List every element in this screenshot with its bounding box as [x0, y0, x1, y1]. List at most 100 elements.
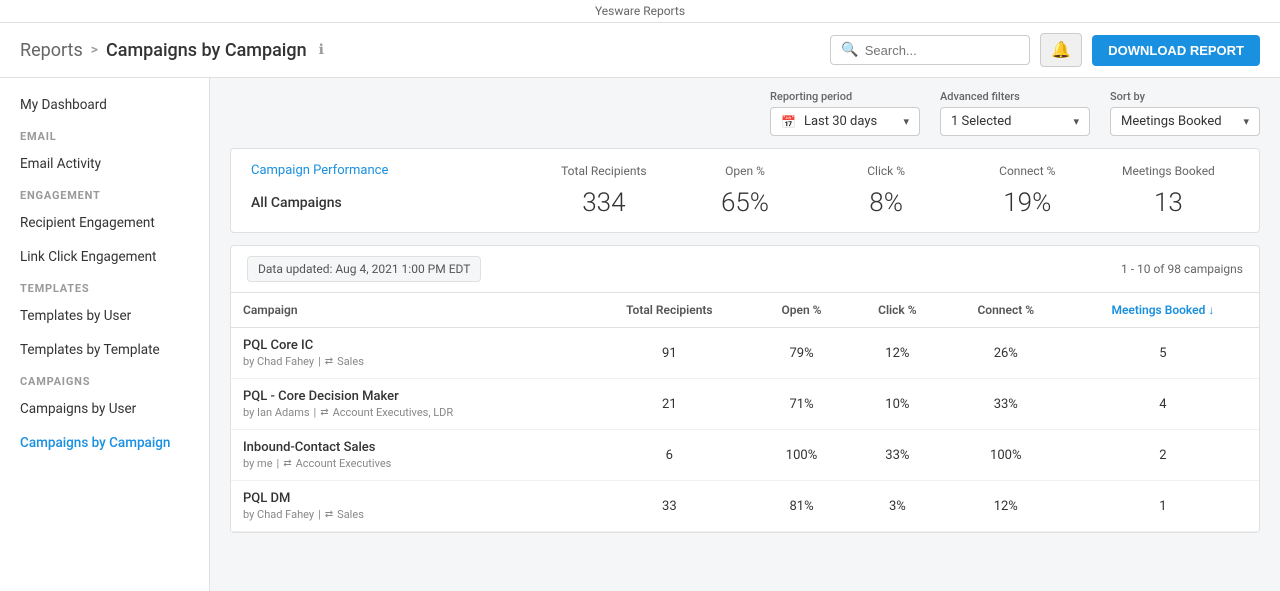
connect-pct-cell-1: 33%	[945, 379, 1067, 430]
share-icon-1: ⇄	[320, 407, 328, 418]
sort-by-label: Sort by	[1110, 90, 1260, 103]
sidebar-section-email: EMAIL	[0, 122, 209, 147]
total-recipients-cell-1: 21	[586, 379, 753, 430]
meetings-booked-cell-2: 2	[1067, 430, 1259, 481]
connect-pct-cell-3: 12%	[945, 481, 1067, 532]
campaign-by-1: by Ian Adams	[243, 406, 310, 419]
campaign-table: Campaign Total Recipients Open % Click %…	[231, 293, 1259, 532]
open-pct-col-header: Open %	[674, 164, 815, 178]
table-row: PQL Core IC by Chad Fahey | ⇄ Sales 91 7…	[231, 328, 1259, 379]
summary-values: All Campaigns 334 65% 8% 19% 13	[251, 188, 1239, 218]
share-icon-3: ⇄	[325, 509, 333, 520]
table-row: PQL DM by Chad Fahey | ⇄ Sales 33 81% 3%…	[231, 481, 1259, 532]
share-icon-0: ⇄	[325, 356, 333, 367]
campaign-by-2: by me	[243, 457, 273, 470]
table-row: PQL - Core Decision Maker by Ian Adams |…	[231, 379, 1259, 430]
meetings-booked-col-header: Meetings Booked	[1098, 164, 1239, 178]
open-pct-cell-0: 79%	[753, 328, 850, 379]
top-bar: Yesware Reports	[0, 0, 1280, 23]
meetings-booked-cell-3: 1	[1067, 481, 1259, 532]
campaign-meta-3: by Chad Fahey | ⇄ Sales	[243, 508, 574, 521]
click-pct-cell-2: 33%	[850, 430, 945, 481]
meetings-booked-cell-0: 5	[1067, 328, 1259, 379]
campaign-name-1: PQL - Core Decision Maker	[243, 389, 574, 404]
data-table-container: Data updated: Aug 4, 2021 1:00 PM EDT 1 …	[230, 245, 1260, 533]
search-box[interactable]: 🔍	[830, 35, 1030, 65]
reporting-period-value: Last 30 days	[804, 114, 877, 129]
search-input[interactable]	[865, 43, 1020, 58]
header: Reports > Campaigns by Campaign ℹ 🔍 🔔 DO…	[0, 23, 1280, 78]
total-recipients-cell-0: 91	[586, 328, 753, 379]
chevron-down-icon-sort: ▾	[1243, 115, 1249, 128]
advanced-filters-group: Advanced filters 1 Selected ▾	[940, 90, 1090, 136]
search-icon: 🔍	[841, 42, 858, 58]
campaign-name-3: PQL DM	[243, 491, 574, 506]
pipe-separator-2: |	[277, 457, 280, 470]
pipe-separator-3: |	[318, 508, 321, 521]
table-meta: Data updated: Aug 4, 2021 1:00 PM EDT 1 …	[231, 246, 1259, 293]
summary-connect-pct: 19%	[957, 188, 1098, 218]
click-pct-col-header: Click %	[816, 164, 957, 178]
col-header-click-pct: Click %	[850, 293, 945, 328]
sidebar-item-email-activity[interactable]: Email Activity	[0, 147, 209, 181]
click-pct-cell-0: 12%	[850, 328, 945, 379]
share-icon-2: ⇄	[283, 458, 291, 469]
reporting-period-select[interactable]: 📅 Last 30 days ▾	[770, 107, 920, 136]
col-header-meetings-booked[interactable]: Meetings Booked ↓	[1067, 293, 1259, 328]
sidebar-section-campaigns: CAMPAIGNS	[0, 367, 209, 392]
col-header-open-pct: Open %	[753, 293, 850, 328]
reporting-period-group: Reporting period 📅 Last 30 days ▾	[770, 90, 920, 136]
advanced-filters-select[interactable]: 1 Selected ▾	[940, 107, 1090, 136]
sidebar-item-recipient-engagement[interactable]: Recipient Engagement	[0, 206, 209, 240]
top-bar-title: Yesware Reports	[595, 4, 685, 18]
open-pct-cell-1: 71%	[753, 379, 850, 430]
sidebar-item-templates-by-user[interactable]: Templates by User	[0, 299, 209, 333]
breadcrumb: Reports > Campaigns by Campaign ℹ	[20, 40, 324, 61]
advanced-filters-label: Advanced filters	[940, 90, 1090, 103]
summary-header: Campaign Performance Total Recipients Op…	[251, 163, 1239, 178]
campaign-by-0: by Chad Fahey	[243, 355, 314, 368]
download-report-button[interactable]: DOWNLOAD REPORT	[1092, 35, 1260, 66]
sidebar-item-templates-by-template[interactable]: Templates by Template	[0, 333, 209, 367]
sort-by-group: Sort by Meetings Booked ▾	[1110, 90, 1260, 136]
summary-card: Campaign Performance Total Recipients Op…	[230, 148, 1260, 233]
meetings-booked-cell-1: 4	[1067, 379, 1259, 430]
sidebar-item-campaigns-by-user[interactable]: Campaigns by User	[0, 392, 209, 426]
click-pct-cell-1: 10%	[850, 379, 945, 430]
campaign-team-1: Account Executives, LDR	[333, 406, 454, 419]
summary-meetings-booked: 13	[1098, 188, 1239, 218]
sidebar-section-engagement: ENGAGEMENT	[0, 181, 209, 206]
campaign-meta-0: by Chad Fahey | ⇄ Sales	[243, 355, 574, 368]
pipe-separator-1: |	[314, 406, 317, 419]
sidebar-item-campaigns-by-campaign[interactable]: Campaigns by Campaign	[0, 426, 209, 460]
summary-total-recipients: 334	[533, 188, 674, 218]
sort-by-select[interactable]: Meetings Booked ▾	[1110, 107, 1260, 136]
advanced-filters-value: 1 Selected	[951, 114, 1011, 129]
summary-open-pct: 65%	[674, 188, 815, 218]
sidebar: My Dashboard EMAIL Email Activity ENGAGE…	[0, 78, 210, 591]
connect-pct-cell-2: 100%	[945, 430, 1067, 481]
campaign-name-0: PQL Core IC	[243, 338, 574, 353]
campaign-by-3: by Chad Fahey	[243, 508, 314, 521]
total-recipients-col-header: Total Recipients	[533, 164, 674, 178]
main-content: Reporting period 📅 Last 30 days ▾ Advanc…	[210, 78, 1280, 591]
bell-button[interactable]: 🔔	[1040, 33, 1082, 67]
col-header-connect-pct: Connect %	[945, 293, 1067, 328]
layout: My Dashboard EMAIL Email Activity ENGAGE…	[0, 78, 1280, 591]
campaign-team-3: Sales	[337, 508, 364, 521]
pipe-separator-0: |	[318, 355, 321, 368]
campaign-cell-3: PQL DM by Chad Fahey | ⇄ Sales	[231, 481, 586, 532]
data-updated-badge: Data updated: Aug 4, 2021 1:00 PM EDT	[247, 256, 481, 282]
connect-pct-cell-0: 26%	[945, 328, 1067, 379]
total-recipients-cell-3: 33	[586, 481, 753, 532]
col-header-campaign: Campaign	[231, 293, 586, 328]
sidebar-item-link-click-engagement[interactable]: Link Click Engagement	[0, 240, 209, 274]
summary-click-pct: 8%	[816, 188, 957, 218]
total-recipients-cell-2: 6	[586, 430, 753, 481]
campaign-team-2: Account Executives	[296, 457, 392, 470]
breadcrumb-separator: >	[91, 42, 98, 58]
sidebar-section-templates: TEMPLATES	[0, 274, 209, 299]
sidebar-item-my-dashboard[interactable]: My Dashboard	[0, 88, 209, 122]
info-icon: ℹ	[319, 42, 324, 58]
breadcrumb-parent[interactable]: Reports	[20, 40, 83, 61]
